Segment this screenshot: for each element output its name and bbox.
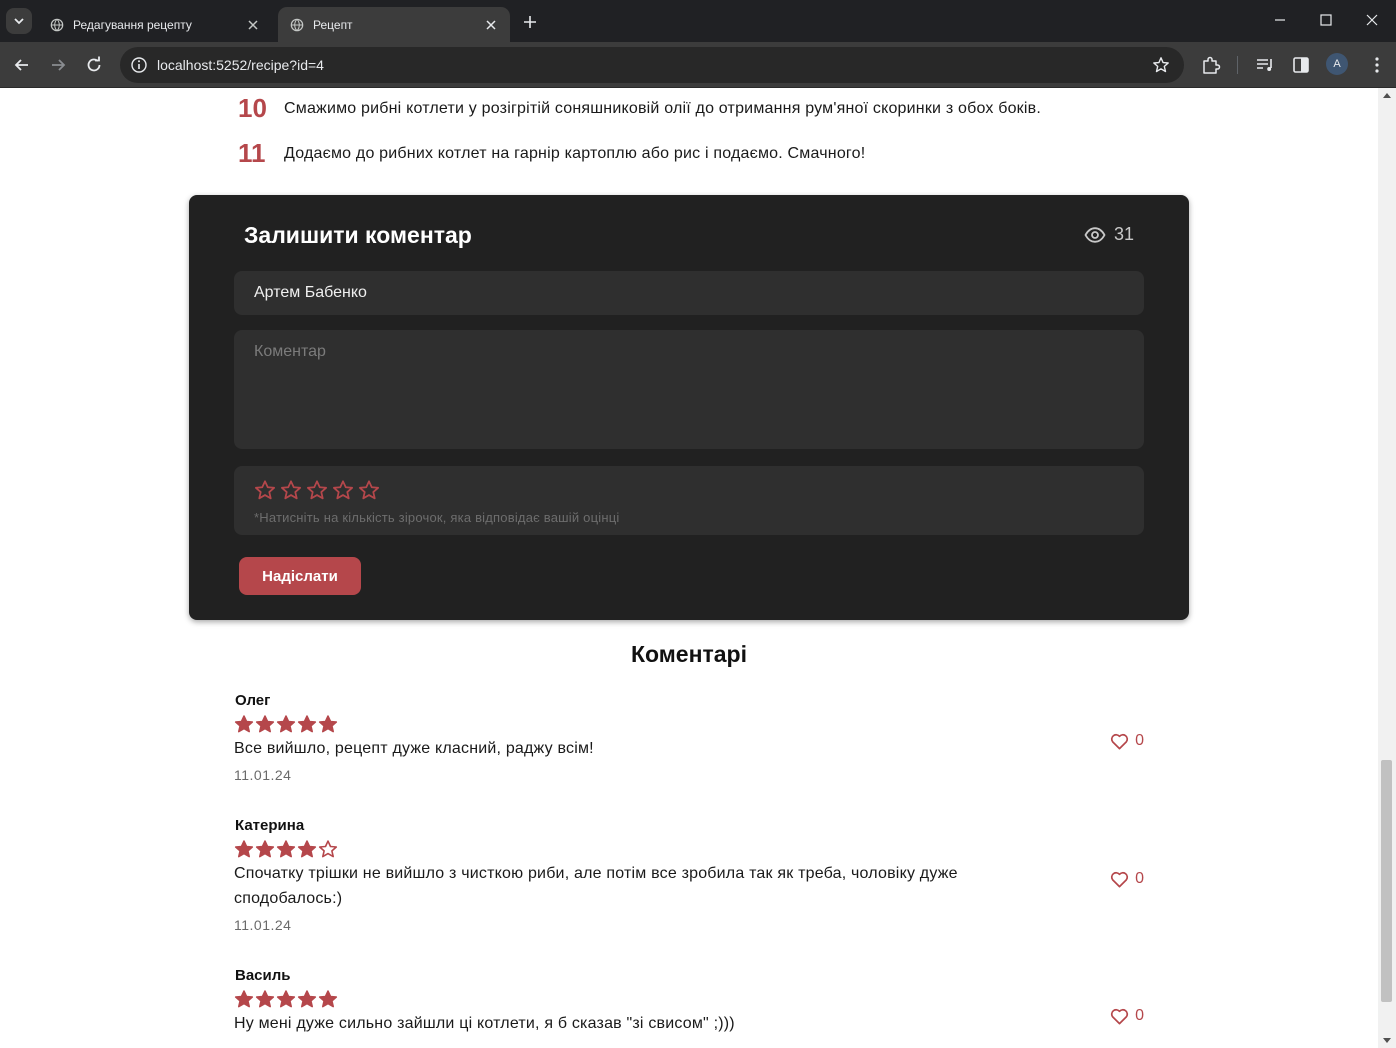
page-scrollbar[interactable] (1378, 88, 1396, 1048)
globe-icon (290, 18, 304, 31)
side-panel-icon[interactable] (1290, 54, 1312, 76)
star-filled-icon (276, 715, 296, 733)
star-outline-icon[interactable] (306, 479, 328, 501)
heart-icon (1111, 733, 1129, 749)
close-window-icon[interactable] (1362, 10, 1382, 30)
minimize-icon[interactable] (1270, 10, 1290, 30)
star-filled-icon (234, 840, 254, 858)
star-filled-icon (318, 990, 338, 1008)
recipe-step: 10 Смажимо рибні котлети у розігрітій со… (238, 93, 1041, 124)
star-filled-icon (234, 990, 254, 1008)
star-filled-icon (276, 990, 296, 1008)
step-number: 11 (238, 138, 266, 168)
step-number: 10 (238, 93, 267, 123)
browser-tab-strip: Редагування рецепту Рецепт (0, 0, 1396, 42)
back-arrow-icon[interactable] (11, 54, 33, 76)
kebab-menu-icon[interactable] (1366, 54, 1388, 76)
heart-icon (1111, 871, 1129, 887)
star-outline-icon[interactable] (280, 479, 302, 501)
recipe-step: 11 Додаємо до рибних котлет на гарнір ка… (238, 138, 865, 169)
like-count: 0 (1135, 870, 1144, 887)
like-button[interactable]: 0 (1110, 1007, 1144, 1025)
star-filled-icon (234, 715, 254, 733)
globe-icon (50, 18, 64, 31)
views-count: 31 (1113, 224, 1134, 244)
bookmark-star-icon[interactable] (1152, 56, 1170, 74)
star-outline-icon[interactable] (332, 479, 354, 501)
comment-text: Спочатку трішки не вийшло з чисткою риби… (234, 865, 958, 907)
close-icon[interactable] (484, 18, 498, 32)
comment-rating (234, 714, 1144, 734)
chevron-down-icon (14, 18, 24, 25)
toolbar-divider (1237, 56, 1238, 74)
rating-input: *Натисніть на кількість зірочок, яка від… (234, 466, 1144, 535)
star-filled-icon (255, 715, 275, 733)
close-icon[interactable] (246, 18, 260, 32)
comment-date: 11.01.24 (234, 917, 292, 933)
eye-icon (1084, 226, 1106, 243)
leave-comment-card: Залишити коментар 31 Артем Бабенко *Нати… (189, 195, 1189, 620)
new-tab-plus-icon[interactable] (520, 12, 540, 32)
tab-search-button[interactable] (6, 8, 32, 34)
submit-comment-button[interactable]: Надіслати (239, 557, 361, 595)
comment-item: Олег Все вийшло, рецепт дуже класний, ра… (234, 692, 1144, 783)
tab-edit-recipe[interactable]: Редагування рецепту (38, 7, 272, 42)
scroll-up-arrow-icon[interactable] (1383, 92, 1391, 98)
star-filled-icon (255, 990, 275, 1008)
scroll-thumb[interactable] (1381, 760, 1392, 1002)
comment-rating (234, 989, 1144, 1009)
like-button[interactable]: 0 (1110, 732, 1144, 750)
star-filled-icon (255, 840, 275, 858)
star-filled-icon (276, 840, 296, 858)
forward-arrow-icon[interactable] (47, 54, 69, 76)
star-filled-icon (318, 715, 338, 733)
comment-item: Катерина Спочатку трішки не вийшло з чис… (234, 817, 1144, 933)
star-filled-icon (297, 840, 317, 858)
comment-textarea[interactable] (234, 330, 1144, 449)
star-outline-icon[interactable] (358, 479, 380, 501)
reload-icon[interactable] (83, 54, 105, 76)
browser-toolbar: localhost:5252/recipe?id=4 A (0, 42, 1396, 88)
tab-title: Рецепт (313, 17, 353, 32)
maximize-icon[interactable] (1316, 10, 1336, 30)
star-outline-icon[interactable] (254, 479, 276, 501)
star-filled-icon (297, 715, 317, 733)
star-outline-icon (318, 840, 338, 858)
step-text: Додаємо до рибних котлет на гарнір карто… (284, 144, 866, 162)
like-button[interactable]: 0 (1110, 870, 1144, 888)
comment-author: Олег (235, 692, 271, 709)
comment-item: Василь Ну мені дуже сильно зайшли ці кот… (234, 967, 1144, 1036)
star-filled-icon (297, 990, 317, 1008)
rating-hint: *Натисніть на кількість зірочок, яка від… (254, 510, 620, 525)
page-viewport: 10 Смажимо рибні котлети у розігрітій со… (0, 88, 1378, 1048)
like-count: 0 (1135, 732, 1144, 749)
comment-author: Василь (235, 967, 291, 984)
tab-title: Редагування рецепту (73, 17, 192, 32)
url-text: localhost:5252/recipe?id=4 (157, 57, 324, 73)
like-count: 0 (1135, 1007, 1144, 1024)
scroll-down-arrow-icon[interactable] (1383, 1038, 1391, 1044)
leave-comment-title: Залишити коментар (244, 222, 472, 248)
step-text: Смажимо рибні котлети у розігрітій соняш… (284, 99, 1041, 117)
site-info-icon[interactable] (130, 56, 148, 74)
comment-rating (234, 839, 1144, 859)
comment-text: Все вийшло, рецепт дуже класний, раджу в… (234, 740, 594, 757)
extensions-puzzle-icon[interactable] (1200, 54, 1222, 76)
author-name-field[interactable]: Артем Бабенко (234, 271, 1144, 315)
tab-recipe[interactable]: Рецепт (278, 7, 510, 42)
comment-author: Катерина (235, 817, 305, 834)
views-counter: 31 (1084, 224, 1134, 245)
profile-avatar[interactable]: A (1326, 53, 1348, 75)
heart-icon (1111, 1008, 1129, 1024)
comments-heading: Коментарі (631, 641, 747, 667)
comment-text: Ну мені дуже сильно зайшли ці котлети, я… (234, 1015, 735, 1032)
comment-date: 11.01.24 (234, 767, 292, 783)
media-control-icon[interactable] (1254, 54, 1276, 76)
rating-stars[interactable] (254, 479, 380, 501)
address-bar[interactable]: localhost:5252/recipe?id=4 (120, 47, 1184, 83)
